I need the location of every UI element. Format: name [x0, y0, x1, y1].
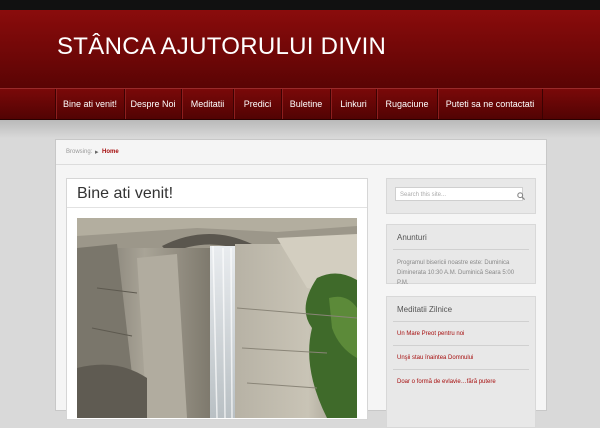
nav-item-linkuri[interactable]: Linkuri — [331, 89, 377, 119]
link-divider — [393, 369, 529, 370]
nav-item-buletine[interactable]: Buletine — [282, 89, 331, 119]
nav-item-rugaciune[interactable]: Rugaciune — [377, 89, 438, 119]
anunturi-text: Programul bisericii noastre este: Dumini… — [397, 260, 515, 286]
meditatie-link-3[interactable]: Doar o formă de evlavie…fără putere — [397, 379, 496, 385]
content-container: Browsing: ▸ Home Bine ati venit! Search … — [55, 139, 547, 428]
breadcrumb-label: Browsing: — [66, 149, 93, 155]
breadcrumb-arrow-icon: ▸ — [95, 149, 99, 156]
post-divider — [67, 207, 367, 208]
search-icon[interactable] — [517, 192, 525, 200]
meditatie-link-2[interactable]: Unşii stau înaintea Domnului — [397, 355, 473, 361]
widget-title-meditatii: Meditatii Zilnice — [397, 305, 453, 314]
widget-meditatii-zilnice: Meditatii Zilnice Un Mare Preot pentru n… — [386, 296, 536, 428]
nav-item-despre-noi[interactable]: Despre Noi — [125, 89, 182, 119]
nav-item-bine-ati-venit[interactable]: Bine ati venit! — [56, 89, 125, 119]
breadcrumb-home-link[interactable]: Home — [102, 149, 119, 155]
top-strip — [0, 0, 600, 10]
search-input[interactable]: Search this site... — [395, 187, 523, 201]
sidebar: Search this site... Anunturi Programul b… — [386, 178, 536, 428]
widget-divider — [393, 321, 529, 322]
meditatie-link-1[interactable]: Un Mare Preot pentru noi — [397, 331, 464, 337]
main-navigation: Bine ati venit! Despre Noi Meditatii Pre… — [0, 88, 600, 121]
link-divider — [393, 345, 529, 346]
post-title[interactable]: Bine ati venit! — [77, 185, 173, 203]
header-shadow — [0, 120, 600, 138]
search-widget: Search this site... — [386, 178, 536, 214]
nav-item-contact[interactable]: Puteti sa ne contactati — [438, 89, 543, 119]
site-title[interactable]: STÂNCA AJUTORULUI DIVIN — [57, 33, 386, 61]
post-article: Bine ati venit! — [66, 178, 368, 420]
breadcrumb: Browsing: ▸ Home — [56, 140, 546, 165]
widget-anunturi: Anunturi Programul bisericii noastre est… — [386, 224, 536, 286]
nav-item-predici[interactable]: Predici — [234, 89, 282, 119]
waterfall-image — [77, 218, 357, 418]
widget-divider — [393, 249, 529, 250]
site-header: STÂNCA AJUTORULUI DIVIN — [0, 10, 600, 88]
nav-item-meditatii[interactable]: Meditatii — [182, 89, 234, 119]
nav-menu: Bine ati venit! Despre Noi Meditatii Pre… — [55, 89, 543, 119]
widget-title-anunturi: Anunturi — [397, 233, 427, 242]
